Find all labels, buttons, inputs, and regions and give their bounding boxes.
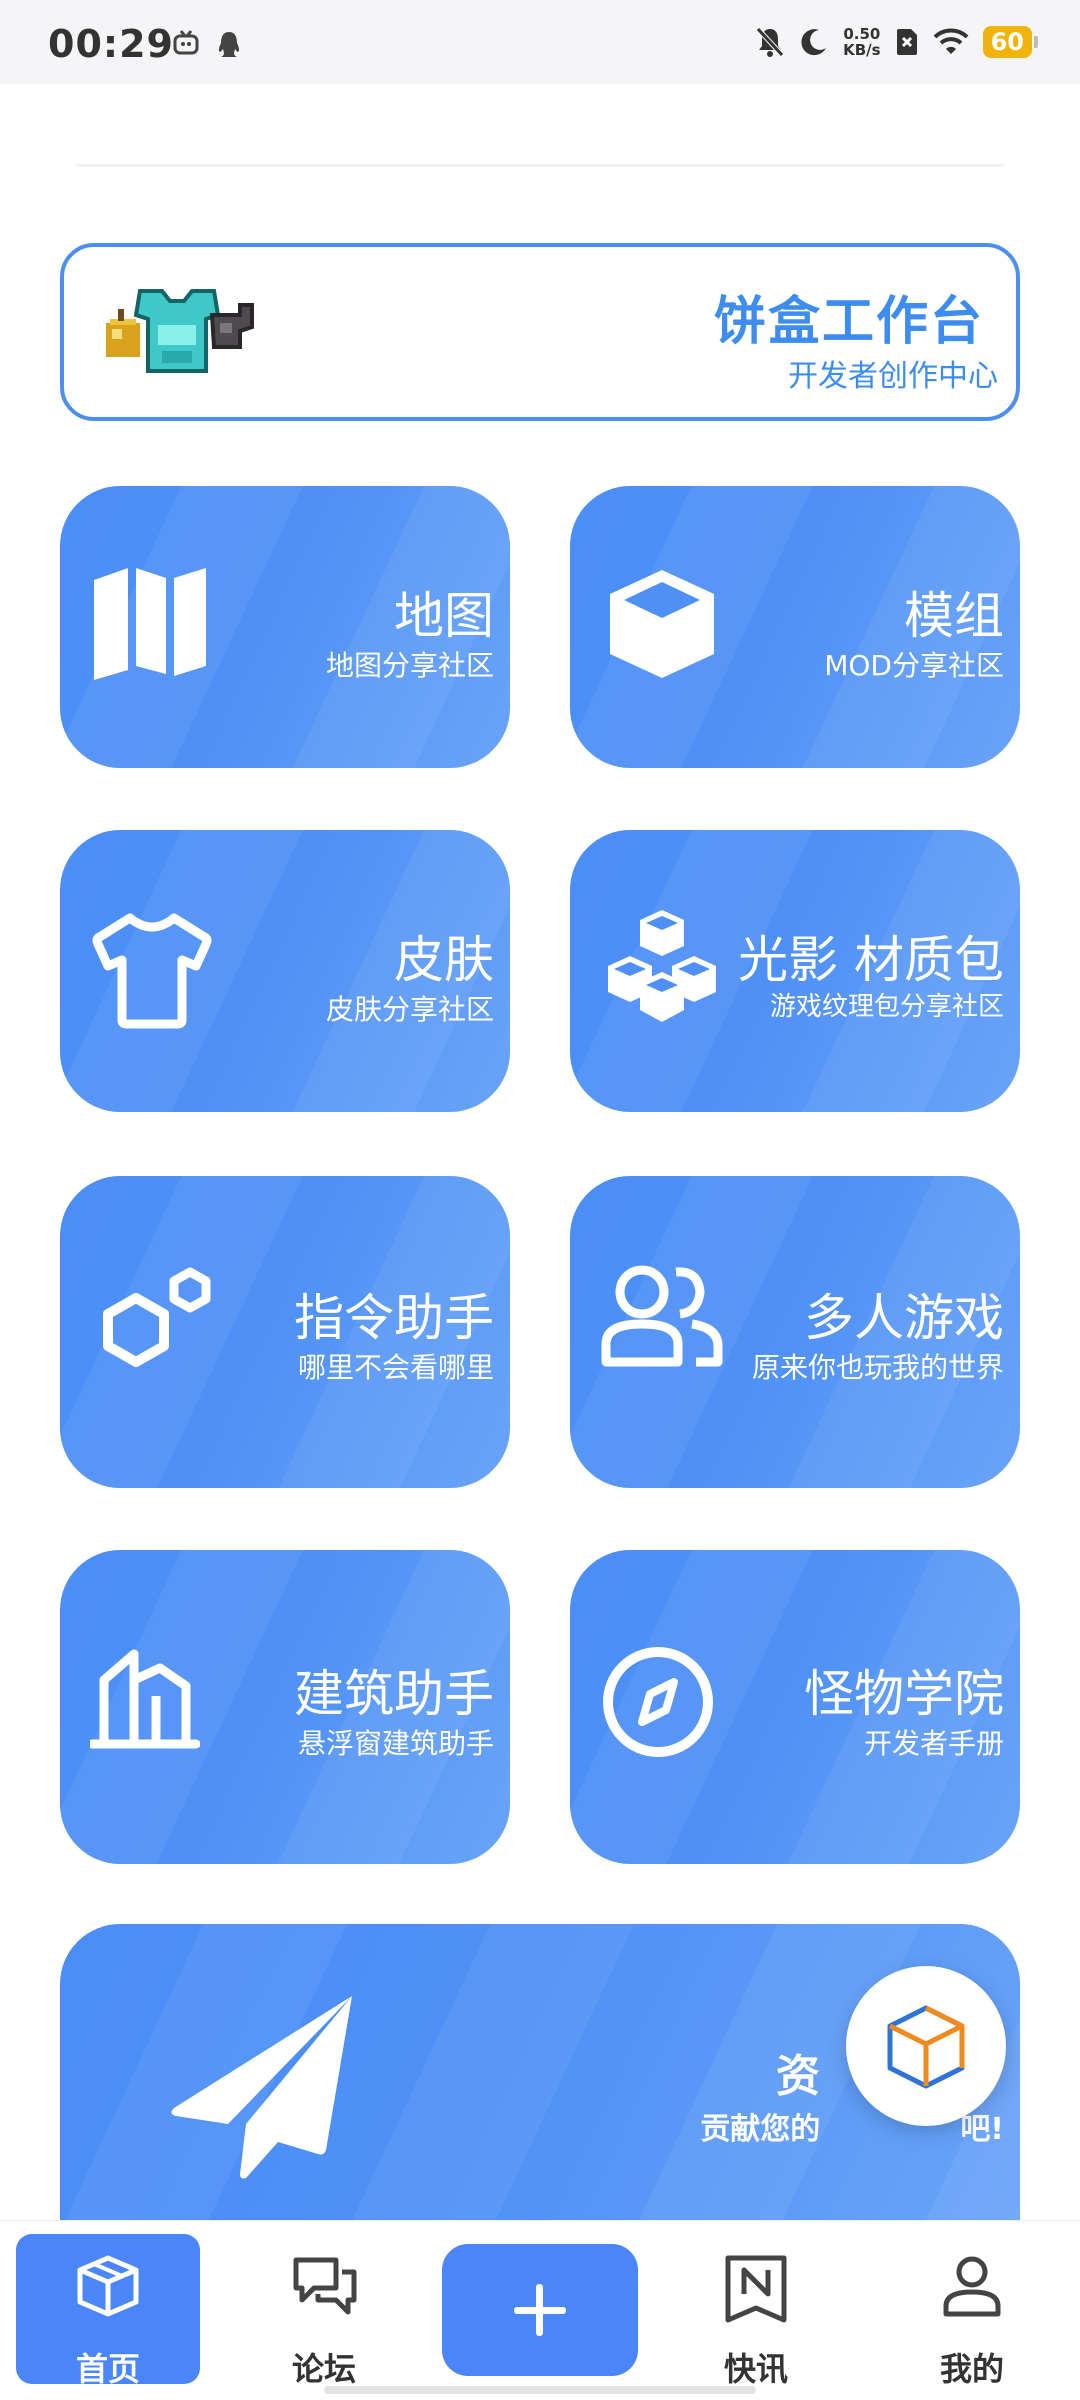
compass-icon <box>603 1647 713 1757</box>
mute-bell-icon <box>756 27 784 57</box>
net-speed: 0.50 KB/s <box>843 26 880 58</box>
tab-label: 快讯 <box>723 2350 788 2388</box>
card-title: 模组 <box>904 587 1004 645</box>
sim-off-icon <box>896 29 917 55</box>
card-title: 地图 <box>394 587 494 645</box>
banner-subtitle-end: 吧! <box>960 2112 1004 2147</box>
card-map[interactable]: 地图 地图分享社区 <box>60 486 510 768</box>
hexagon-icon <box>103 1267 211 1367</box>
home-indicator[interactable] <box>324 2386 756 2394</box>
moon-icon <box>801 29 827 56</box>
status-icons: 0.50 KB/s 60 <box>755 26 1039 58</box>
color-cube-icon <box>887 2005 965 2089</box>
workbench-subtitle: 开发者创作中心 <box>788 359 998 394</box>
qq-icon <box>218 32 240 57</box>
wifi-icon <box>933 28 968 54</box>
workbench-banner[interactable]: 饼盒工作台 开发者创作中心 <box>60 243 1020 421</box>
card-subtitle: 游戏纹理包分享社区 <box>769 992 1004 1022</box>
card-title: 怪物学院 <box>804 1665 1004 1723</box>
card-subtitle: 地图分享社区 <box>325 649 494 682</box>
tv-app-icon <box>173 30 199 55</box>
tab-label: 首页 <box>75 2350 140 2388</box>
floating-cube-button[interactable] <box>846 1966 1006 2126</box>
map-icon <box>94 568 206 680</box>
card-command-helper[interactable]: 指令助手 哪里不会看哪里 <box>60 1176 510 1488</box>
card-title: 建筑助手 <box>294 1665 494 1723</box>
status-bar: 00:29 0.50 KB/s 60 <box>0 0 1080 84</box>
paper-plane-icon <box>171 1996 352 2179</box>
shirt-icon <box>92 913 212 1029</box>
plus-icon-vertical <box>536 2284 543 2336</box>
card-subtitle: 开发者手册 <box>863 1727 1004 1760</box>
tab-label: 我的 <box>939 2350 1004 2388</box>
card-skin[interactable]: 皮肤 皮肤分享社区 <box>60 830 510 1112</box>
box-icon <box>77 2255 139 2317</box>
card-title: 多人游戏 <box>804 1289 1004 1347</box>
clock: 00:29 <box>48 22 174 66</box>
card-title: 指令助手 <box>294 1289 494 1347</box>
users-icon <box>601 1265 723 1367</box>
tab-news[interactable]: 快讯 <box>666 2234 846 2388</box>
card-subtitle: MOD分享社区 <box>824 649 1004 682</box>
card-title: 光影 材质包 <box>738 931 1004 989</box>
card-subtitle: 原来你也玩我的世界 <box>751 1351 1004 1384</box>
workbench-title: 饼盒工作台 <box>713 292 984 352</box>
tab-label: 论坛 <box>291 2350 356 2388</box>
battery-indicator: 60 <box>982 26 1039 58</box>
tab-forum[interactable]: 论坛 <box>234 2234 414 2388</box>
card-multiplayer[interactable]: 多人游戏 原来你也玩我的世界 <box>570 1176 1020 1488</box>
header-divider <box>76 164 1004 167</box>
card-mod[interactable]: 模组 MOD分享社区 <box>570 486 1020 768</box>
card-monster-academy[interactable]: 怪物学院 开发者手册 <box>570 1550 1020 1864</box>
net-speed-value: 0.50 <box>843 25 881 43</box>
tab-home[interactable]: 首页 <box>16 2234 200 2388</box>
banner-subtitle-start: 贡献您的 <box>700 2112 821 2147</box>
building-icon <box>90 1649 200 1749</box>
banner-title: 资 <box>776 2051 820 2102</box>
card-subtitle: 哪里不会看哪里 <box>297 1351 494 1384</box>
card-build-helper[interactable]: 建筑助手 悬浮窗建筑助手 <box>60 1550 510 1864</box>
blocks-icon <box>608 910 716 1022</box>
card-subtitle: 悬浮窗建筑助手 <box>297 1727 494 1760</box>
card-shader-texture[interactable]: 光影 材质包 游戏纹理包分享社区 <box>570 830 1020 1112</box>
add-post-button[interactable] <box>442 2244 638 2376</box>
net-speed-unit: KB/s <box>843 41 881 59</box>
tab-profile[interactable]: 我的 <box>882 2234 1062 2388</box>
armor-items-icon <box>106 289 254 373</box>
person-icon <box>943 2256 1001 2317</box>
card-subtitle: 皮肤分享社区 <box>325 993 494 1026</box>
chat-icon <box>293 2257 357 2315</box>
card-title: 皮肤 <box>394 931 494 989</box>
news-icon <box>725 2255 787 2323</box>
cube-icon <box>610 570 714 678</box>
